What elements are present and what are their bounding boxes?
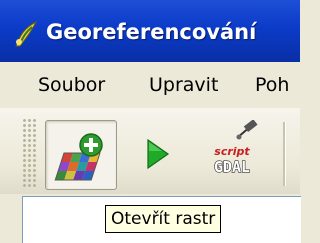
gdal-script-button[interactable]: script GDAL	[197, 119, 267, 188]
georeferencer-icon	[15, 20, 38, 47]
toolbar: script GDAL	[0, 108, 300, 194]
toolbar-grip-handle[interactable]	[22, 118, 36, 188]
icon-text-script: script	[214, 145, 250, 158]
open-raster-button[interactable]	[45, 120, 117, 190]
left-frame	[0, 194, 22, 242]
run-button[interactable]	[126, 120, 184, 188]
menu-upravit[interactable]: Upravit	[149, 74, 218, 96]
toolbar-separator	[283, 122, 286, 186]
window-title: Georeferencování	[46, 20, 257, 44]
tooltip: Otevřít rastr	[105, 205, 222, 233]
menu-pohled[interactable]: Poh	[255, 74, 289, 96]
icon-text-gdal: GDAL	[214, 158, 250, 176]
play-icon	[147, 138, 170, 170]
window-titlebar[interactable]: Georeferencování	[0, 0, 300, 62]
gdal-script-icon: script GDAL	[213, 119, 258, 177]
menu-bar: Soubor Upravit Poh	[0, 62, 300, 109]
open-raster-icon	[54, 133, 103, 181]
menu-soubor[interactable]: Soubor	[38, 74, 105, 96]
